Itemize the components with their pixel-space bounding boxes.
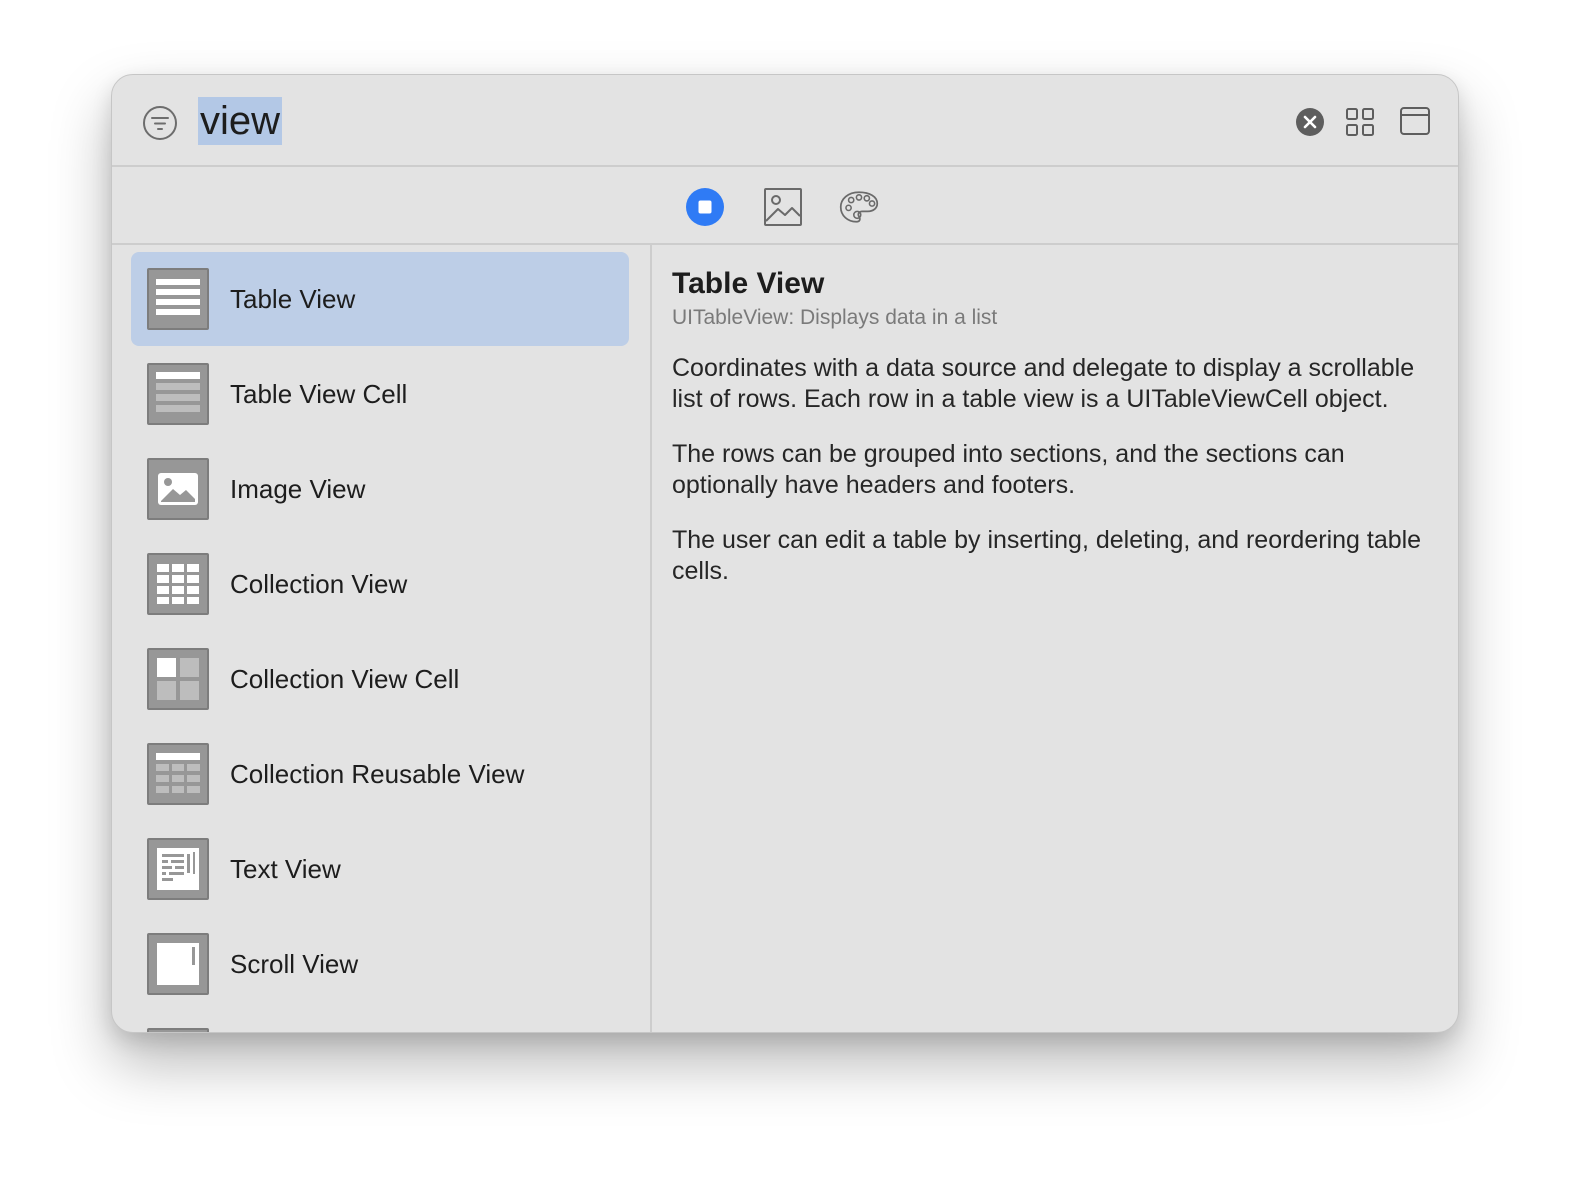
grid-view-icon[interactable] <box>1345 107 1375 137</box>
list-item-text-view[interactable]: Text View <box>131 822 629 916</box>
list-item-table-view[interactable]: Table View <box>131 252 629 346</box>
image-view-icon <box>147 458 209 520</box>
filter-icon[interactable] <box>142 105 178 141</box>
object-list[interactable]: Table View Table View Cell Image View Co… <box>112 245 652 1032</box>
photo-icon[interactable] <box>763 187 803 227</box>
text-view-icon <box>147 838 209 900</box>
list-item-label: Text View <box>230 854 341 884</box>
list-item-image-view[interactable]: Image View <box>131 442 629 536</box>
detail-paragraph: The user can edit a table by inserting, … <box>672 526 1422 585</box>
collection-view-icon <box>147 553 209 615</box>
library-tab-bar <box>112 167 1458 245</box>
list-item-collection-view-cell[interactable]: Collection View Cell <box>131 632 629 726</box>
collection-reusable-view-icon <box>147 743 209 805</box>
list-item-label: Collection View Cell <box>230 664 460 694</box>
list-item-label: Table View Cell <box>230 379 408 409</box>
list-item-label: Image View <box>230 474 366 504</box>
list-item-collection-reusable-view[interactable]: Collection Reusable View <box>131 727 629 821</box>
list-item-collection-view[interactable]: Collection View <box>131 537 629 631</box>
search-input[interactable]: view <box>198 97 283 145</box>
window-icon[interactable] <box>1399 106 1431 136</box>
detail-title: Table View <box>672 267 825 300</box>
palette-icon[interactable] <box>839 187 879 227</box>
detail-subtitle: UITableView: Displays data in a list <box>672 306 998 329</box>
list-item-scroll-view[interactable]: Scroll View <box>131 917 629 1011</box>
list-item-label: Collection View <box>230 569 408 599</box>
table-view-cell-icon <box>147 363 209 425</box>
search-bar: view <box>112 75 1458 167</box>
list-item-label: Table View <box>230 284 356 314</box>
clear-icon[interactable] <box>1295 107 1325 137</box>
scroll-view-icon <box>147 933 209 995</box>
list-item-partial-icon <box>147 1028 209 1032</box>
stop-circle-icon[interactable] <box>685 187 725 227</box>
detail-paragraph: The rows can be grouped into sections, a… <box>672 440 1345 499</box>
library-window: view Table View Table View Cell Image Vi… <box>111 74 1459 1033</box>
list-item-label: Collection Reusable View <box>230 759 525 789</box>
collection-view-cell-icon <box>147 648 209 710</box>
list-item-partial[interactable] <box>131 1012 629 1032</box>
table-view-icon <box>147 268 209 330</box>
detail-pane: Table View UITableView: Displays data in… <box>672 265 1432 611</box>
list-item-table-view-cell[interactable]: Table View Cell <box>131 347 629 441</box>
detail-paragraph: Coordinates with a data source and deleg… <box>672 354 1415 413</box>
list-item-label: Scroll View <box>230 949 359 979</box>
